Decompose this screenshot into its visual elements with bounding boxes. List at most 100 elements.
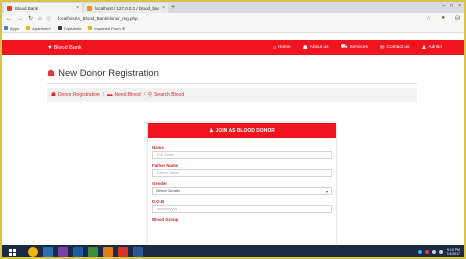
form-body: Name Full Name Father Name Father Name G… <box>148 138 336 222</box>
onenote-icon[interactable] <box>58 247 68 257</box>
taskbar-apps <box>28 247 143 257</box>
breadcrumb-label: Donor Registration <box>57 92 100 98</box>
maximize-button[interactable]: □ <box>450 3 453 9</box>
father-name-field[interactable]: Father Name <box>152 169 332 177</box>
donor-form-card: ♟ JOIN AS BLOOD DONOR Name Full Name Fat… <box>148 123 336 245</box>
app-icon[interactable] <box>88 247 98 257</box>
bookmark-apartment[interactable]: Apartment <box>26 26 51 31</box>
breadcrumb-label: Search Blood <box>154 92 185 98</box>
address-bar: ← → ↻ ⌂ ⓘ localhost/A_Blood_Bank/donor_r… <box>2 13 464 24</box>
brand-label: Blood Bank <box>53 44 82 51</box>
windows-logo-icon <box>8 248 16 256</box>
media-icon[interactable] <box>118 247 128 257</box>
browser-tab-bar: Blood Bank × localhost / 127.0.0.1 / blo… <box>2 2 464 13</box>
father-name-label: Father Name <box>152 163 179 168</box>
nav-label: About us <box>309 45 329 50</box>
form-title: JOIN AS BLOOD DONOR <box>215 127 275 134</box>
url-field[interactable]: localhost/A_Blood_Bank/donor_reg.php <box>58 16 137 21</box>
page-title-text: New Donor Registration <box>58 68 159 79</box>
volume-icon[interactable] <box>432 250 437 254</box>
bookmark-label: Apps <box>10 25 20 31</box>
home-icon[interactable]: ⌂ <box>38 16 42 22</box>
reload-icon[interactable]: ↻ <box>28 15 33 22</box>
folder-icon <box>88 26 93 30</box>
system-tray: 9:10 PM 7/4/2017 <box>418 248 460 256</box>
search-icon: ⚲ <box>148 92 153 98</box>
page-title: ☗ New Donor Registration <box>47 68 159 79</box>
tab-close-icon[interactable]: × <box>162 5 165 11</box>
user-icon: ♟ <box>421 44 427 51</box>
bookmark-apps[interactable]: Apps <box>4 26 19 31</box>
start-button[interactable] <box>6 245 18 257</box>
window-controls: – □ × <box>442 3 461 9</box>
minimize-button[interactable]: – <box>442 3 445 9</box>
gender-label: Gender <box>152 181 168 186</box>
chrome-icon[interactable] <box>28 247 38 257</box>
bed-icon: ▬ <box>107 92 113 98</box>
breadcrumb-donor-registration[interactable]: ☗ Donor Registration <box>51 92 100 98</box>
account-icon[interactable]: ⛁ <box>455 15 460 22</box>
bookmark-topadmin[interactable]: TopAdmin <box>57 25 82 31</box>
site-brand[interactable]: ♥ Blood Bank <box>48 45 82 51</box>
word-icon[interactable] <box>73 247 83 257</box>
nav-label: Home <box>277 45 291 50</box>
nav-services[interactable]: ⛟ Services <box>341 44 368 51</box>
clock[interactable]: 9:10 PM 7/4/2017 <box>446 248 460 256</box>
site-icon <box>57 26 62 30</box>
browser-tab-phpmyadmin[interactable]: localhost / 127.0.0.1 / blood_ban × <box>84 3 168 13</box>
web-page: ♥ Blood Bank ⌂ Home ☗ About us ⛟ Service… <box>2 33 464 245</box>
dob-field[interactable]: mm/dd/yyyy <box>152 205 332 213</box>
extension-icon[interactable]: ● <box>441 15 445 22</box>
battery-icon[interactable] <box>439 250 444 254</box>
nav-links: ⌂ Home ☗ About us ⛟ Services ✉ Contact u… <box>273 44 442 51</box>
nav-home[interactable]: ⌂ Home <box>273 44 291 51</box>
name-field[interactable]: Full Name <box>152 151 332 159</box>
blood-group-label: Blood Group <box>152 217 179 222</box>
users-icon: ☗ <box>47 68 56 78</box>
network-icon[interactable] <box>418 250 423 254</box>
file-explorer-icon[interactable] <box>43 247 53 257</box>
car-icon: ⛟ <box>340 44 348 50</box>
breadcrumb-label: Need Blood <box>114 92 141 98</box>
nav-label: Contact us <box>386 45 410 50</box>
gender-select[interactable]: Select Gender ▾ <box>152 187 332 195</box>
screenshot-frame: Blood Bank × localhost / 127.0.0.1 / blo… <box>0 0 466 259</box>
nav-label: Services <box>349 45 368 50</box>
word-doc-icon[interactable] <box>133 247 143 257</box>
envelope-icon: ✉ <box>379 44 385 51</box>
breadcrumb-separator: / <box>102 92 105 98</box>
gender-value: Select Gender <box>156 189 181 193</box>
bookmark-star-icon[interactable]: ☆ <box>426 15 431 22</box>
tab-close-icon[interactable]: × <box>76 5 79 11</box>
antivirus-icon[interactable] <box>425 250 430 254</box>
tab-favicon-icon <box>7 5 12 11</box>
nav-about-us[interactable]: ☗ About us <box>303 44 329 51</box>
breadcrumb-separator: / <box>143 92 146 98</box>
users-icon: ☗ <box>302 44 308 51</box>
back-icon[interactable]: ← <box>6 16 12 22</box>
nav-label: Admin <box>428 45 442 50</box>
new-tab-button[interactable]: + <box>171 4 175 12</box>
apps-icon <box>4 26 8 30</box>
breadcrumb: ☗ Donor Registration / ▬ Need Blood / ⚲ … <box>47 88 417 102</box>
forward-icon[interactable]: → <box>17 16 23 22</box>
bookmark-label: Imported From IE <box>94 25 126 31</box>
tab-label: localhost / 127.0.0.1 / blood_ban <box>95 5 160 11</box>
users-icon: ☗ <box>51 92 56 98</box>
bookmark-imported[interactable]: Imported From IE <box>88 25 126 31</box>
divider <box>47 83 417 84</box>
home-icon: ⌂ <box>272 44 276 51</box>
clock-date: 7/4/2017 <box>446 252 460 256</box>
bookmark-label: TopAdmin <box>63 25 82 31</box>
info-icon[interactable]: ⓘ <box>47 16 52 22</box>
dob-label: D.O.B <box>152 199 164 204</box>
breadcrumb-search-blood[interactable]: ⚲ Search Blood <box>148 92 184 98</box>
browser-tab-blood-bank[interactable]: Blood Bank × <box>4 3 82 13</box>
breadcrumb-need-blood[interactable]: ▬ Need Blood <box>107 92 141 98</box>
nav-admin[interactable]: ♟ Admin <box>421 44 442 51</box>
heart-icon: ♥ <box>48 44 52 51</box>
windows-taskbar: 9:10 PM 7/4/2017 <box>2 245 464 257</box>
nav-contact-us[interactable]: ✉ Contact us <box>380 44 410 51</box>
xampp-icon[interactable] <box>103 247 113 257</box>
close-window-button[interactable]: × <box>458 3 461 9</box>
